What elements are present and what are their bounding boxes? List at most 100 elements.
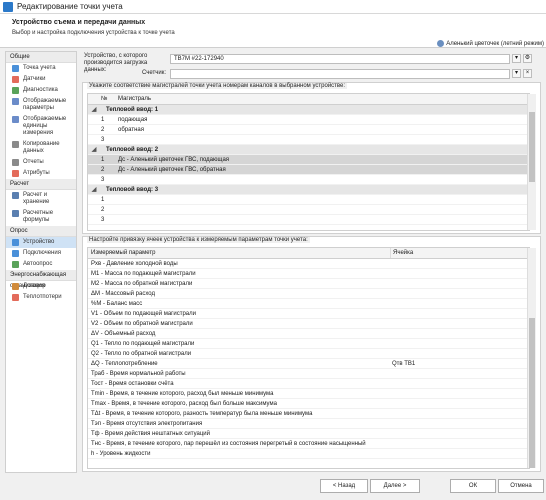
param-cell[interactable] bbox=[390, 439, 529, 448]
back-button[interactable]: < Назад bbox=[320, 479, 368, 493]
sidebar-item[interactable]: Точка учета bbox=[6, 63, 76, 74]
channel-number: 3 bbox=[101, 177, 105, 183]
meter-dropdown-button[interactable]: ▾ bbox=[512, 69, 521, 78]
param-cell[interactable]: Qтв ТВ1 bbox=[390, 359, 529, 368]
sidebar-item[interactable]: Отображаемые единицы измерения bbox=[6, 114, 76, 139]
channel-row[interactable]: 3 bbox=[88, 215, 529, 225]
param-row[interactable]: V2 - Объем по обратной магистрали bbox=[88, 319, 529, 329]
param-row[interactable]: h - Уровень жидкости bbox=[88, 449, 529, 459]
expand-icon[interactable]: ◢ bbox=[88, 105, 100, 114]
channel-row[interactable]: 1 Дс - Аленький цветочек ГВС, подающая bbox=[88, 155, 529, 165]
contract-icon bbox=[12, 283, 19, 290]
cancel-button[interactable]: Отмена bbox=[498, 479, 544, 493]
param-cell[interactable] bbox=[390, 349, 529, 358]
param-name: Тф - Время действия нештатных ситуаций bbox=[91, 431, 211, 437]
channels-scrollbar[interactable] bbox=[527, 94, 536, 230]
param-row[interactable]: %M - Баланс масс bbox=[88, 299, 529, 309]
row-indicator bbox=[88, 155, 100, 164]
param-cell[interactable] bbox=[390, 429, 529, 438]
channel-group-row[interactable]: ◢ Тепловой ввод: 1 bbox=[88, 105, 529, 115]
param-cell[interactable] bbox=[390, 419, 529, 428]
param-cell[interactable] bbox=[390, 339, 529, 348]
channel-row[interactable]: 2 Дс - Аленький цветочек ГВС, обратная bbox=[88, 165, 529, 175]
channel-row[interactable]: 2 обратная bbox=[88, 125, 529, 135]
param-row[interactable]: ΔV - Объемный расход bbox=[88, 329, 529, 339]
sidebar-item-label: Датчики bbox=[23, 76, 46, 82]
param-row[interactable]: Тэп - Время отсутствия электропитания bbox=[88, 419, 529, 429]
param-cell[interactable] bbox=[390, 329, 529, 338]
expand-icon[interactable]: ◢ bbox=[88, 185, 100, 194]
param-row[interactable]: Рхв - Давление холодной воды bbox=[88, 259, 529, 269]
cells-grid: Измеряемый параметр Ячейка Рхв - Давлени… bbox=[87, 247, 530, 469]
expand-icon[interactable]: ◢ bbox=[88, 145, 100, 154]
sidebar-item-label: Расчетные формулы bbox=[23, 210, 54, 223]
sidebar-item-label: Отображаемые параметры bbox=[23, 98, 67, 111]
param-cell[interactable] bbox=[390, 259, 529, 268]
ok-button[interactable]: ОК bbox=[450, 479, 496, 493]
meter-select[interactable] bbox=[170, 69, 510, 79]
user-indicator[interactable]: Аленький цветочек (летний режим) bbox=[437, 40, 544, 47]
channel-line: обратная bbox=[118, 127, 144, 133]
header-number[interactable]: № bbox=[100, 94, 115, 104]
meter-clear-button[interactable]: × bbox=[523, 69, 532, 78]
device-select[interactable]: ТВ7М #22-172940 bbox=[170, 54, 510, 64]
channel-group-row[interactable]: ◢ Тепловой ввод: 2 bbox=[88, 145, 529, 155]
param-cell[interactable] bbox=[390, 299, 529, 308]
next-button[interactable]: Далее > bbox=[370, 479, 420, 493]
param-row[interactable]: Тост - Время остановки счёта bbox=[88, 379, 529, 389]
param-cell[interactable] bbox=[390, 269, 529, 278]
param-cell[interactable] bbox=[390, 399, 529, 408]
param-cell[interactable] bbox=[390, 389, 529, 398]
param-cell[interactable] bbox=[390, 409, 529, 418]
param-row[interactable]: M2 - Масса по обратной магистрали bbox=[88, 279, 529, 289]
channel-row[interactable]: 1 подающая bbox=[88, 115, 529, 125]
cells-scrollbar[interactable] bbox=[527, 248, 536, 468]
sidebar-item[interactable]: Отчеты bbox=[6, 157, 76, 168]
device-settings-button[interactable]: ⚙ bbox=[523, 54, 532, 63]
param-cell[interactable] bbox=[390, 309, 529, 318]
param-cell[interactable] bbox=[390, 289, 529, 298]
param-row[interactable]: Тmin - Время, в течение которого, расход… bbox=[88, 389, 529, 399]
header-line[interactable]: Магистраль bbox=[115, 94, 529, 104]
param-row[interactable]: Q1 - Тепло по подающей магистрали bbox=[88, 339, 529, 349]
channel-row[interactable]: 1 bbox=[88, 195, 529, 205]
sidebar-item-label: Автоопрос bbox=[23, 261, 53, 267]
sidebar-item-label: Отображаемые единицы измерения bbox=[23, 116, 67, 136]
header-cell[interactable]: Ячейка bbox=[390, 248, 529, 258]
param-row[interactable]: Траб - Время нормальной работы bbox=[88, 369, 529, 379]
param-row[interactable]: M1 - Масса по подающей магистрали bbox=[88, 269, 529, 279]
param-row[interactable]: Тнс - Время, в течение которого, пар пер… bbox=[88, 439, 529, 449]
sidebar-item[interactable]: Устройство bbox=[6, 237, 76, 248]
param-cell[interactable] bbox=[390, 449, 529, 458]
param-row[interactable]: ΔQ - Теплопотребление Qтв ТВ1 bbox=[88, 359, 529, 369]
sidebar-item[interactable]: Автоопрос bbox=[6, 259, 76, 270]
param-cell[interactable] bbox=[390, 279, 529, 288]
sidebar-item[interactable]: Копирование данных bbox=[6, 139, 76, 157]
sidebar-item[interactable]: Отображаемые параметры bbox=[6, 96, 76, 114]
param-row[interactable]: ТΔt - Время, в течение которого, разност… bbox=[88, 409, 529, 419]
channel-row[interactable]: 2 bbox=[88, 205, 529, 215]
sidebar-item[interactable]: Диагностика bbox=[6, 85, 76, 96]
channel-group-row[interactable]: ◢ Тепловой ввод: 3 bbox=[88, 185, 529, 195]
channel-row[interactable]: 3 bbox=[88, 135, 529, 145]
param-cell[interactable] bbox=[390, 369, 529, 378]
sidebar-item[interactable]: Теплотпотери bbox=[6, 292, 76, 303]
cells-scroll-thumb[interactable] bbox=[529, 318, 535, 468]
sidebar-item[interactable]: Атрибуты bbox=[6, 168, 76, 179]
sidebar-item[interactable]: Расчет и хранение bbox=[6, 190, 76, 208]
param-cell[interactable] bbox=[390, 379, 529, 388]
param-row[interactable]: ΔM - Массовый расход bbox=[88, 289, 529, 299]
param-row[interactable]: Q2 - Тепло по обратной магистрали bbox=[88, 349, 529, 359]
sidebar-item[interactable]: Расчетные формулы bbox=[6, 208, 76, 226]
sidebar-item[interactable]: Подключения bbox=[6, 248, 76, 259]
param-row[interactable]: Тmax - Время, в течение которого, расход… bbox=[88, 399, 529, 409]
param-name: Тост - Время остановки счёта bbox=[91, 381, 174, 387]
param-row[interactable]: V1 - Объем по подающей магистрали bbox=[88, 309, 529, 319]
header-parameter[interactable]: Измеряемый параметр bbox=[88, 248, 390, 258]
param-cell[interactable] bbox=[390, 319, 529, 328]
channel-row[interactable]: 3 bbox=[88, 175, 529, 185]
device-dropdown-button[interactable]: ▾ bbox=[512, 54, 521, 63]
channels-scroll-thumb[interactable] bbox=[529, 112, 535, 182]
sidebar-item[interactable]: Датчики bbox=[6, 74, 76, 85]
param-row[interactable]: Тф - Время действия нештатных ситуаций bbox=[88, 429, 529, 439]
